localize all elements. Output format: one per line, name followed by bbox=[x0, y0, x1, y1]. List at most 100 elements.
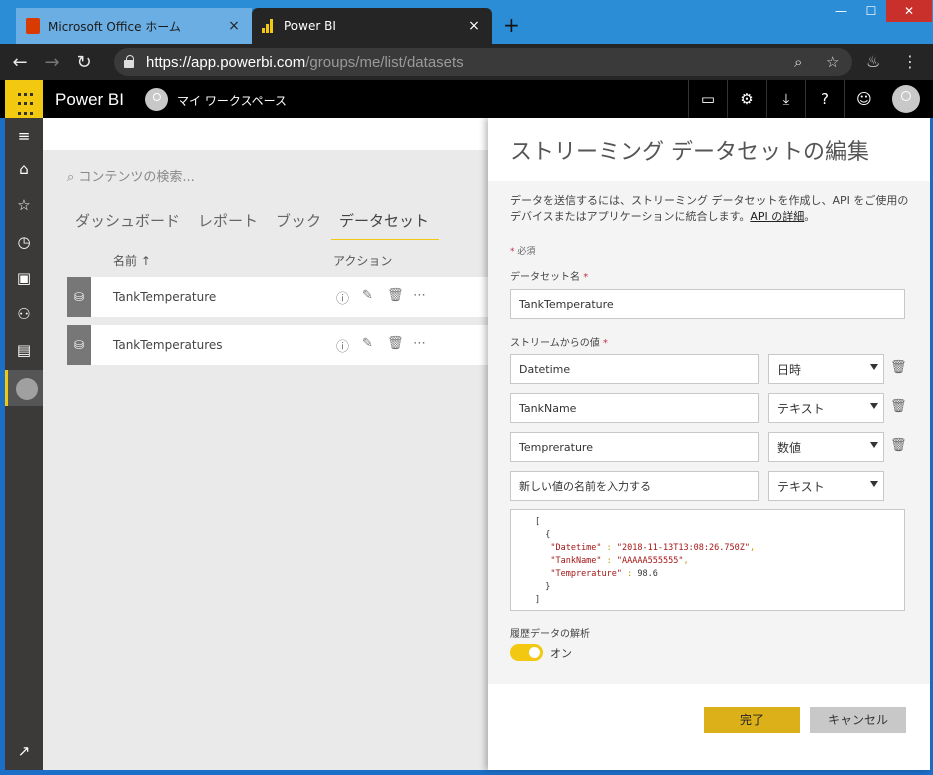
tab-close-icon[interactable]: × bbox=[226, 18, 242, 34]
app-launcher-icon[interactable] bbox=[5, 80, 43, 118]
new-field-type-select[interactable]: テキスト bbox=[768, 471, 884, 501]
tab-office-home[interactable]: Microsoft Office ホーム × bbox=[16, 8, 252, 44]
help-icon[interactable]: ? bbox=[805, 80, 844, 118]
zoom-search-icon[interactable]: ⌕ bbox=[794, 53, 802, 71]
panel-description: データを送信するには、ストリーミング データセットを作成し、API をご使用のデ… bbox=[510, 194, 909, 223]
powerbi-logo-icon bbox=[262, 19, 276, 33]
history-analysis-label: 履歴データの解析 bbox=[510, 629, 590, 640]
workspaces-icon[interactable]: ▤ bbox=[5, 332, 43, 368]
delete-field-icon[interactable]: 🗑 bbox=[890, 360, 907, 375]
reload-icon[interactable]: ↻ bbox=[68, 52, 100, 73]
name-column-header[interactable]: 名前 ↑ bbox=[113, 252, 151, 269]
tab-power-bi[interactable]: Power BI × bbox=[252, 8, 492, 44]
chevron-down-icon bbox=[870, 403, 878, 409]
workspace-content: ⌕ コンテンツの検索... ダッシュボード レポート ブック データセット 名前… bbox=[43, 118, 488, 770]
bookmark-star-icon[interactable]: ☆ bbox=[826, 53, 839, 71]
content-tabs: ダッシュボード レポート ブック データセット bbox=[75, 210, 450, 240]
maximize-button[interactable]: ☐ bbox=[856, 0, 886, 22]
dataset-icon: ⛁ bbox=[67, 325, 91, 365]
dataset-icon: ⛁ bbox=[67, 277, 91, 317]
settings-gear-icon[interactable]: ⚙ bbox=[727, 80, 766, 118]
stream-values-label: ストリームからの値 * bbox=[510, 338, 608, 349]
search-icon: ⌕ bbox=[67, 170, 75, 185]
delete-field-icon[interactable]: 🗑 bbox=[890, 438, 907, 453]
field-name-input[interactable]: Temprerature bbox=[510, 432, 759, 462]
shared-with-me-icon[interactable]: ⚇ bbox=[5, 296, 43, 332]
edit-pencil-icon[interactable]: ✎ bbox=[362, 336, 373, 351]
tab-title: Power BI bbox=[284, 19, 336, 33]
app-title: Power BI bbox=[55, 90, 124, 109]
my-workspace-avatar-icon bbox=[16, 378, 38, 400]
dataset-name-label: データセット名 * bbox=[510, 272, 589, 283]
search-placeholder: コンテンツの検索... bbox=[78, 170, 195, 185]
cancel-button[interactable]: キャンセル bbox=[810, 707, 906, 733]
extension-icon[interactable]: ♨ bbox=[866, 52, 880, 71]
new-tab-button[interactable]: + bbox=[503, 14, 520, 36]
browser-titlebar: Microsoft Office ホーム × Power BI × + — ☐ … bbox=[0, 0, 933, 44]
office-logo-icon bbox=[26, 18, 40, 34]
delete-trash-icon[interactable]: 🗑 bbox=[387, 336, 404, 351]
url-text: https://app.powerbi.com/groups/me/list/d… bbox=[146, 53, 464, 71]
feedback-icon[interactable]: ▭ bbox=[688, 80, 727, 118]
tab-reports[interactable]: レポート bbox=[198, 210, 265, 240]
close-window-button[interactable]: ✕ bbox=[886, 0, 932, 22]
tab-workbooks[interactable]: ブック bbox=[276, 210, 328, 240]
field-type-select[interactable]: 数値 bbox=[768, 432, 884, 462]
field-type-select[interactable]: テキスト bbox=[768, 393, 884, 423]
apps-icon[interactable]: ▣ bbox=[5, 260, 43, 296]
api-details-link[interactable]: API の詳細 bbox=[750, 210, 804, 223]
field-name-input[interactable]: Datetime bbox=[510, 354, 759, 384]
delete-trash-icon[interactable]: 🗑 bbox=[387, 288, 404, 303]
user-avatar[interactable] bbox=[892, 85, 920, 113]
hamburger-menu-icon[interactable]: ≡ bbox=[5, 118, 43, 154]
history-analysis-toggle[interactable] bbox=[510, 644, 543, 661]
recent-clock-icon[interactable]: ◷ bbox=[5, 224, 43, 260]
required-note: * 必須 bbox=[510, 247, 536, 257]
new-field-name-input[interactable]: 新しい値の名前を入力する bbox=[510, 471, 759, 501]
dataset-name-input[interactable]: TankTemperature bbox=[510, 289, 905, 319]
dataset-name[interactable]: TankTemperature bbox=[113, 290, 216, 304]
edit-pencil-icon[interactable]: ✎ bbox=[362, 288, 373, 303]
tab-datasets[interactable]: データセット bbox=[331, 210, 440, 240]
toggle-state-label: オン bbox=[550, 647, 572, 660]
dataset-name[interactable]: TankTemperatures bbox=[113, 338, 223, 352]
chevron-down-icon bbox=[870, 442, 878, 448]
table-row[interactable]: ⛁ TankTemperatures ⓘ ✎ 🗑 ⋯ bbox=[67, 325, 488, 365]
more-options-icon[interactable]: ⋯ bbox=[413, 288, 426, 303]
get-data-arrow-icon[interactable]: ↗ bbox=[5, 733, 43, 769]
edit-streaming-dataset-panel: ストリーミング データセットの編集 データを送信するには、ストリーミング データ… bbox=[488, 118, 930, 770]
delete-field-icon[interactable]: 🗑 bbox=[890, 399, 907, 414]
tab-title: Microsoft Office ホーム bbox=[48, 19, 181, 34]
more-options-icon[interactable]: ⋯ bbox=[413, 336, 426, 351]
info-icon[interactable]: ⓘ bbox=[336, 336, 349, 355]
chevron-down-icon bbox=[870, 481, 878, 487]
left-navigation: ≡ ⌂ ☆ ◷ ▣ ⚇ ▤ ↗ bbox=[5, 118, 43, 770]
tab-close-icon[interactable]: × bbox=[466, 18, 482, 34]
forward-icon[interactable]: → bbox=[36, 52, 68, 73]
info-icon[interactable]: ⓘ bbox=[336, 288, 349, 307]
tab-dashboards[interactable]: ダッシュボード bbox=[75, 210, 187, 240]
chevron-down-icon bbox=[870, 364, 878, 370]
minimize-button[interactable]: — bbox=[826, 0, 856, 22]
sort-arrow-icon: ↑ bbox=[140, 254, 151, 268]
done-button[interactable]: 完了 bbox=[704, 707, 800, 733]
field-name-input[interactable]: TankName bbox=[510, 393, 759, 423]
powerbi-header: Power BI マイ ワークスペース ▭ ⚙ ⤓ ? ☺ bbox=[0, 80, 933, 118]
table-row[interactable]: ⛁ TankTemperature ⓘ ✎ 🗑 ⋯ bbox=[67, 277, 488, 317]
lock-icon bbox=[124, 55, 134, 68]
my-workspace-nav-item[interactable] bbox=[5, 370, 43, 406]
browser-menu-icon[interactable]: ⋮ bbox=[902, 52, 918, 71]
content-search[interactable]: ⌕ コンテンツの検索... bbox=[67, 166, 195, 185]
home-icon[interactable]: ⌂ bbox=[5, 151, 43, 187]
download-icon[interactable]: ⤓ bbox=[766, 80, 805, 118]
url-field[interactable]: https://app.powerbi.com/groups/me/list/d… bbox=[114, 48, 852, 76]
address-bar: ← → ↻ https://app.powerbi.com/groups/me/… bbox=[0, 44, 933, 80]
workspace-avatar-icon bbox=[145, 88, 168, 111]
field-type-select[interactable]: 日時 bbox=[768, 354, 884, 384]
back-icon[interactable]: ← bbox=[4, 52, 36, 73]
favorites-star-icon[interactable]: ☆ bbox=[5, 187, 43, 223]
panel-title: ストリーミング データセットの編集 bbox=[510, 140, 869, 165]
json-sample-preview: [ { "Datetime" : "2018-11-13T13:08:26.75… bbox=[510, 509, 905, 611]
workspace-name[interactable]: マイ ワークスペース bbox=[177, 92, 287, 109]
smiley-feedback-icon[interactable]: ☺ bbox=[844, 80, 883, 118]
